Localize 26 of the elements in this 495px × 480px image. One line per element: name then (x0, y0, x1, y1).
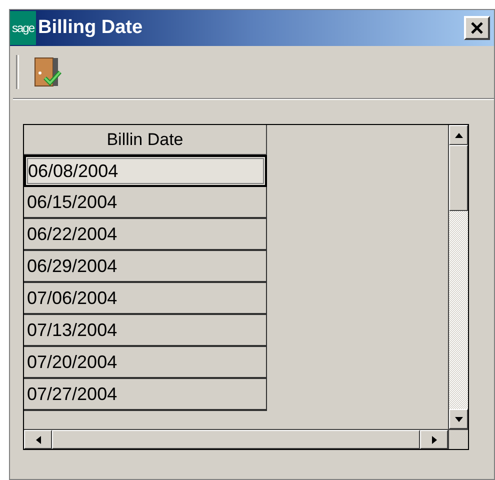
column-header[interactable]: Billin Date (24, 125, 267, 155)
right-arrow-icon (432, 436, 436, 444)
down-arrow-icon (454, 416, 462, 422)
vertical-scrollbar[interactable] (448, 125, 468, 429)
table-cell[interactable]: 07/13/2004 (24, 315, 267, 347)
window-title: Billing Date (38, 16, 144, 40)
table-cell[interactable]: 07/27/2004 (24, 379, 267, 411)
close-button[interactable] (464, 16, 490, 40)
close-icon (470, 21, 484, 35)
table-cell[interactable]: 07/20/2004 (24, 347, 267, 379)
up-arrow-icon (454, 132, 462, 138)
table-cell[interactable]: 06/08/2004 (24, 155, 267, 187)
table-cell[interactable]: 06/29/2004 (24, 251, 267, 283)
scroll-down-button[interactable] (449, 409, 468, 429)
scroll-thumb[interactable] (52, 430, 420, 449)
table-cell[interactable]: 06/15/2004 (24, 187, 267, 219)
horizontal-scrollbar[interactable] (24, 429, 448, 449)
table-cell[interactable]: 07/06/2004 (24, 283, 267, 315)
scroll-thumb[interactable] (449, 145, 468, 211)
scroll-right-button[interactable] (420, 430, 448, 449)
app-logo: sage (10, 11, 36, 45)
scroll-up-button[interactable] (449, 125, 468, 145)
door-check-icon (32, 56, 64, 88)
left-arrow-icon (36, 436, 40, 444)
scroll-left-button[interactable] (24, 430, 52, 449)
table-cell[interactable]: 06/22/2004 (24, 219, 267, 251)
